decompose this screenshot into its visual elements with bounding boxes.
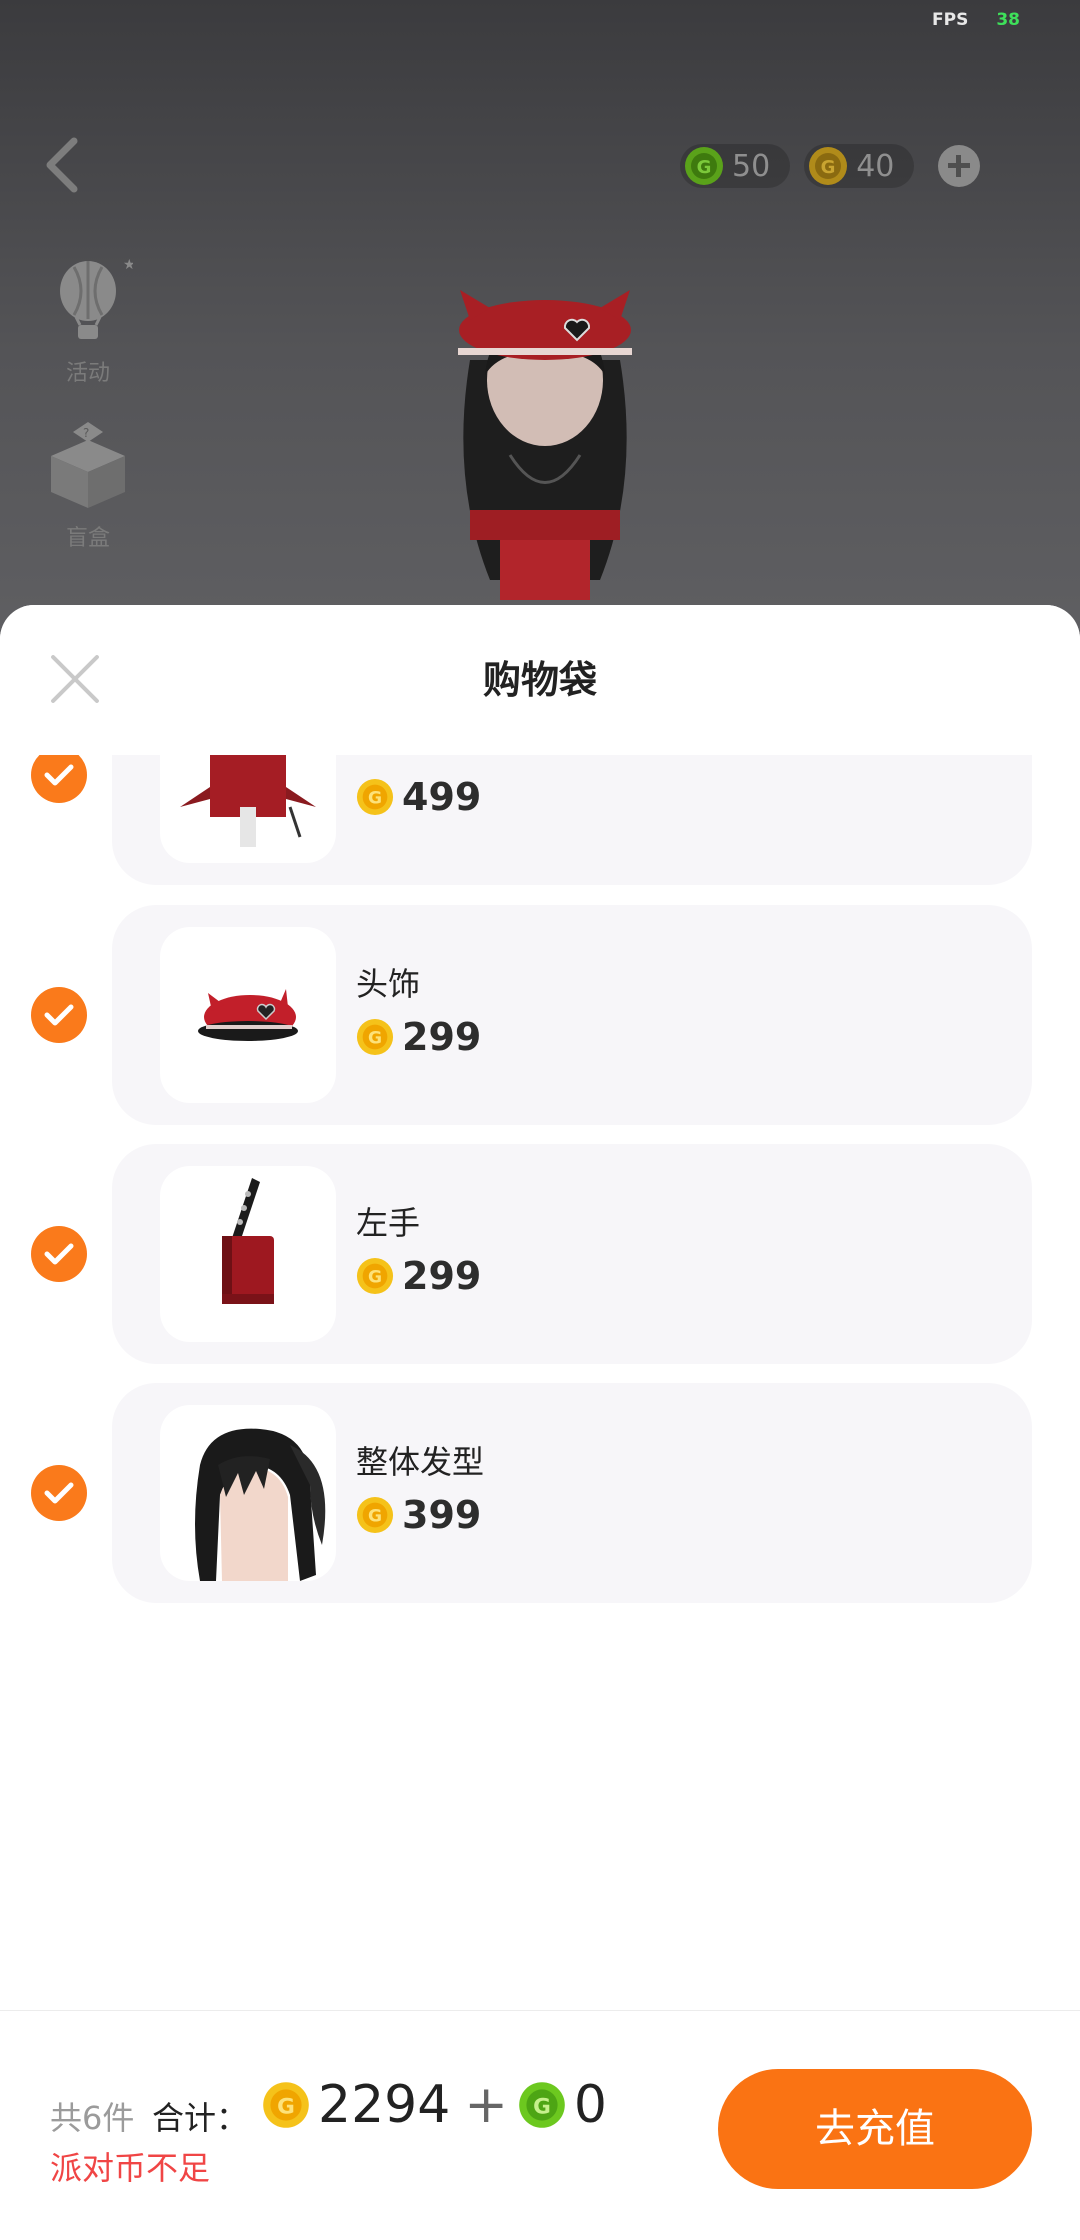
cart-item[interactable]: G 499 [0, 755, 1080, 885]
item-price: G 299 [356, 1015, 481, 1059]
green-coin-icon: G [685, 147, 723, 185]
checkout-footer: 共6件 合计： G 2294 + G 0 派对币不足 去充值 [0, 2010, 1080, 2240]
svg-text:G: G [277, 2094, 295, 2119]
sheet-title: 购物袋 [482, 658, 597, 702]
item-name: 左手 [356, 1204, 421, 1242]
item-card[interactable]: G 499 [112, 755, 1032, 885]
fps-counter: FPS 38 [932, 10, 1020, 30]
svg-text:G: G [368, 789, 382, 809]
gold-coin-icon: G [356, 1018, 394, 1056]
hot-air-balloon-icon: ★ [60, 257, 136, 339]
item-price: G 499 [356, 775, 481, 819]
checkmark-icon [44, 1243, 74, 1265]
green-coin-icon: G [519, 2082, 565, 2128]
cart-item[interactable]: 左手 G 299 [0, 1144, 1080, 1364]
svg-text:G: G [368, 1507, 382, 1527]
outfit-top-image [180, 755, 316, 847]
item-thumbnail [160, 1166, 336, 1342]
cart-item[interactable]: 头饰 G 299 [0, 905, 1080, 1125]
gold-coin-icon: G [356, 778, 394, 816]
total-label: 合计： [152, 2099, 249, 2137]
gold-coin-icon: G [809, 147, 848, 185]
gold-coin-icon: G [263, 2082, 309, 2128]
item-thumbnail [160, 927, 336, 1103]
add-currency-button[interactable] [938, 145, 981, 187]
fps-label: FPS [932, 10, 969, 30]
item-count: 共6件 [50, 2099, 135, 2137]
checkmark-icon [44, 764, 74, 786]
red-bag-image [222, 1178, 274, 1304]
item-name: 头饰 [356, 965, 421, 1003]
checkbox-checked[interactable] [31, 987, 87, 1043]
currency-bar: G 50 G 40 [680, 140, 981, 192]
item-card[interactable]: 头饰 G 299 [112, 905, 1032, 1125]
checkbox-checked[interactable] [31, 755, 87, 803]
svg-text:G: G [697, 157, 712, 178]
shopping-bag-sheet: 购物袋 G 499 头饰 G 299 左手 G 299 整体发型 G 399 共… [0, 605, 1080, 2240]
avatar-scene: FPS 38 G 50 G 40 ★ 活动 ? 盲盒 [0, 0, 1080, 640]
side-menu-blindbox[interactable]: ? 盲盒 [38, 420, 138, 552]
plus-sign: + [464, 2075, 508, 2135]
red-beret-image [198, 989, 298, 1041]
checkmark-icon [44, 1004, 74, 1026]
checkbox-checked[interactable] [31, 1226, 87, 1282]
svg-text:G: G [368, 1029, 382, 1049]
avatar-character [458, 290, 632, 600]
green-coin-count: 50 [732, 148, 771, 184]
cart-item-list[interactable]: G 499 头饰 G 299 左手 G 299 整体发型 G 399 [0, 755, 1080, 1613]
gold-coin-count: 40 [856, 148, 895, 184]
mystery-box-icon: ? [51, 422, 125, 508]
item-price: G 399 [356, 1493, 481, 1537]
item-card[interactable]: 左手 G 299 [112, 1144, 1032, 1364]
item-price-value: 299 [402, 1254, 482, 1298]
gold-total: 2294 [318, 2075, 451, 2135]
svg-text:★: ★ [123, 257, 133, 273]
insufficient-coins-warning: 派对币不足 [50, 2149, 211, 2187]
gold-coin-balance: G 40 [804, 144, 915, 188]
item-thumbnail [160, 1405, 336, 1581]
svg-text:?: ? [83, 426, 89, 440]
checkbox-checked[interactable] [31, 1465, 87, 1521]
side-menu-activity[interactable]: ★ 活动 [38, 255, 138, 387]
green-total: 0 [573, 2075, 608, 2135]
item-thumbnail [160, 755, 336, 863]
green-coin-balance: G 50 [680, 144, 791, 188]
item-price-value: 399 [402, 1493, 482, 1537]
sheet-header: 购物袋 [0, 605, 1080, 755]
item-name: 整体发型 [356, 1443, 485, 1481]
fps-value: 38 [996, 10, 1020, 30]
item-price-value: 299 [402, 1015, 482, 1059]
gold-coin-icon: G [356, 1496, 394, 1534]
gold-coin-icon: G [356, 1257, 394, 1295]
checkmark-icon [44, 1482, 74, 1504]
cart-item[interactable]: 整体发型 G 399 [0, 1383, 1080, 1603]
recharge-button[interactable]: 去充值 [718, 2069, 1032, 2189]
side-menu-blindbox-label: 盲盒 [65, 526, 110, 551]
svg-text:G: G [821, 157, 836, 178]
black-hair-image [195, 1428, 326, 1581]
back-arrow-icon[interactable] [40, 135, 84, 195]
svg-text:G: G [533, 2094, 551, 2119]
total-price: G 2294 + G 0 [262, 2075, 615, 2135]
item-card[interactable]: 整体发型 G 399 [112, 1383, 1032, 1603]
item-price: G 299 [356, 1254, 481, 1298]
svg-text:G: G [368, 1268, 382, 1288]
side-menu-activity-label: 活动 [65, 361, 110, 386]
item-price-value: 499 [402, 775, 482, 819]
